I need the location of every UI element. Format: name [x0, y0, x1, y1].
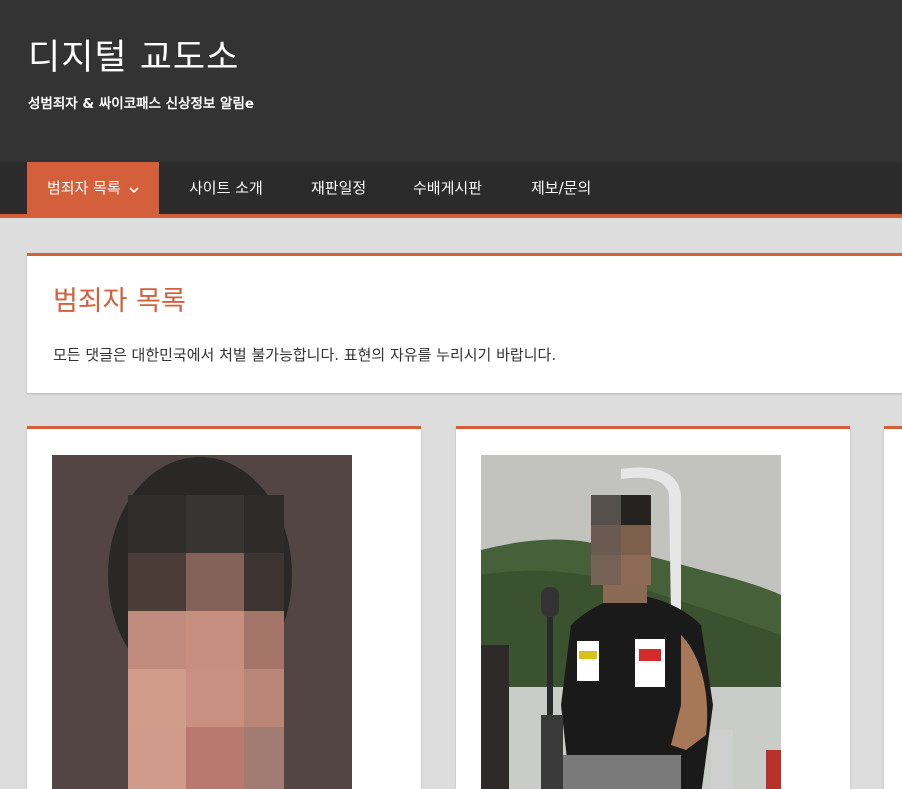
criminal-photo[interactable] [52, 455, 352, 789]
nav-item-trial-schedule[interactable]: 재판일정 [291, 162, 386, 214]
site-title[interactable]: 디지털 교도소 [28, 36, 239, 80]
nav-item-label: 범죄자 목록 [47, 179, 121, 197]
criminal-card[interactable] [27, 426, 421, 789]
intro-text: 모든 댓글은 대한민국에서 처벌 불가능합니다. 표현의 자유를 누리시기 바랍… [53, 346, 557, 364]
nav-item-report-inquiry[interactable]: 제보/문의 [511, 162, 611, 214]
intro-box: 범죄자 목록 모든 댓글은 대한민국에서 처벌 불가능합니다. 표현의 자유를 … [27, 253, 902, 393]
criminal-photo[interactable] [481, 455, 781, 789]
chevron-down-icon [129, 163, 139, 215]
criminal-card[interactable] [456, 426, 850, 789]
nav-item-site-intro[interactable]: 사이트 소개 [169, 162, 283, 214]
nav-item-criminal-list[interactable]: 범죄자 목록 [27, 162, 159, 214]
site-header: 디지털 교도소 성범죄자 & 싸이코패스 신상정보 알림e [0, 0, 902, 162]
site-description: 성범죄자 & 싸이코패스 신상정보 알림e [28, 96, 255, 112]
nav-accent-bar [0, 214, 902, 218]
page-title: 범죄자 목록 [53, 286, 186, 317]
nav-item-wanted-board[interactable]: 수배게시판 [393, 162, 502, 214]
criminal-card[interactable] [884, 426, 902, 789]
